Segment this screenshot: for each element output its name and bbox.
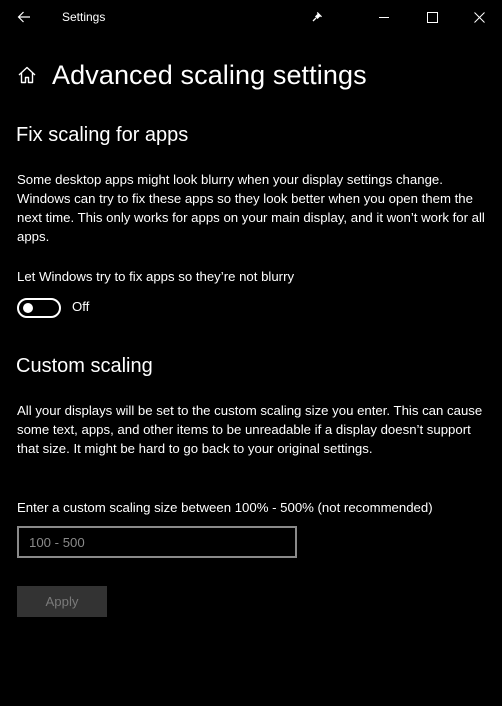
minimize-icon xyxy=(378,16,389,18)
minimize-button[interactable] xyxy=(361,0,407,34)
apply-button[interactable]: Apply xyxy=(17,586,107,617)
page-header: Advanced scaling settings xyxy=(16,55,367,95)
maximize-button[interactable] xyxy=(409,0,455,34)
page-title: Advanced scaling settings xyxy=(52,59,367,90)
fix-apps-toggle[interactable] xyxy=(17,298,61,318)
back-button[interactable] xyxy=(8,2,40,32)
custom-scaling-input[interactable] xyxy=(19,528,295,556)
fix-apps-toggle-label: Let Windows try to fix apps so they’re n… xyxy=(17,269,295,284)
pin-button[interactable] xyxy=(294,0,340,34)
title-bar: Settings xyxy=(0,0,502,34)
back-arrow-icon xyxy=(17,11,30,23)
home-icon[interactable] xyxy=(16,64,38,86)
custom-scaling-description: All your displays will be set to the cus… xyxy=(17,403,483,456)
maximize-icon xyxy=(426,11,438,23)
window-title: Settings xyxy=(62,10,106,24)
fix-scaling-description: Some desktop apps might look blurry when… xyxy=(17,172,485,244)
custom-scaling-section-title: Custom scaling xyxy=(16,355,153,377)
fix-scaling-section-title: Fix scaling for apps xyxy=(16,124,189,146)
custom-scaling-input-label: Enter a custom scaling size between 100%… xyxy=(17,500,433,515)
custom-scaling-input-box xyxy=(17,526,297,558)
pin-icon xyxy=(312,12,322,22)
fix-apps-toggle-state: Off xyxy=(72,299,90,314)
close-icon xyxy=(473,11,485,23)
toggle-knob xyxy=(23,303,33,313)
close-button[interactable] xyxy=(456,0,502,34)
